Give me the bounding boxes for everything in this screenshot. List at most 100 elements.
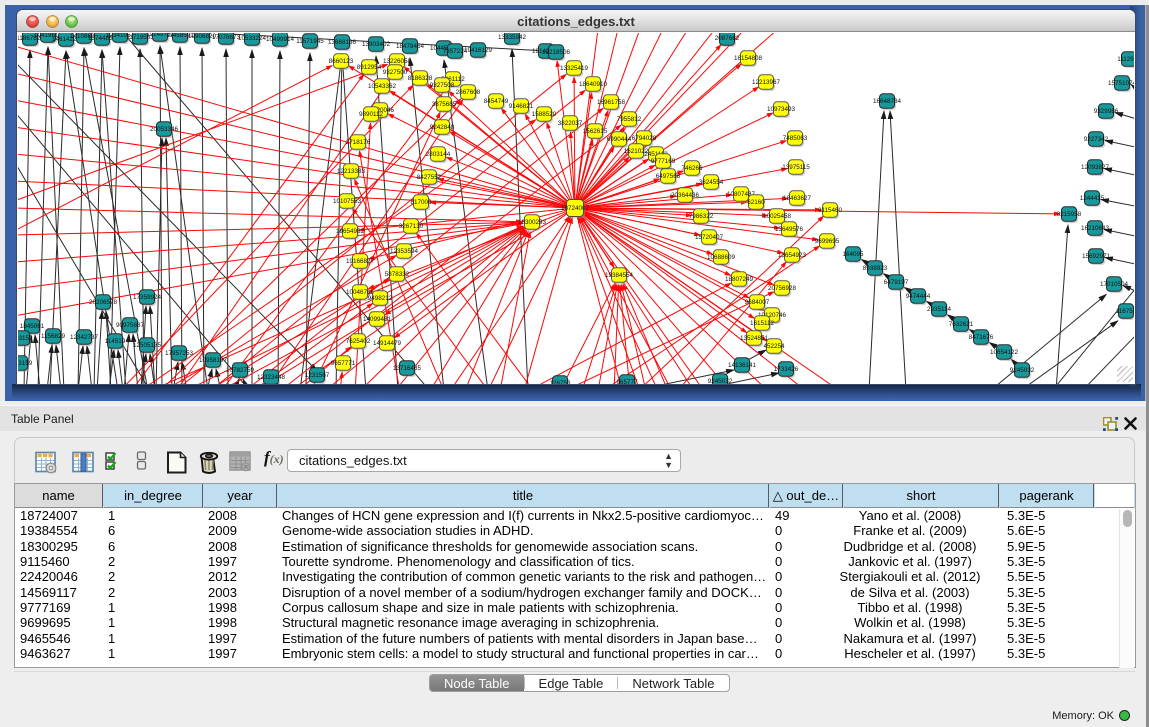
svg-text:10973493: 10973493 [767, 106, 796, 113]
svg-text:7955812: 7955812 [617, 116, 642, 123]
svg-text:12505135: 12505135 [133, 342, 162, 349]
svg-text:9498212: 9498212 [368, 295, 393, 302]
svg-text:10533224: 10533224 [238, 35, 267, 42]
svg-text:13325419: 13325419 [560, 65, 589, 72]
svg-text:1393159: 1393159 [18, 360, 33, 367]
svg-text:14099481: 14099481 [363, 316, 392, 323]
svg-text:13335942: 13335942 [498, 34, 527, 41]
svg-text:7986322: 7986322 [689, 213, 714, 220]
svg-text:9777169: 9777169 [651, 158, 676, 165]
svg-text:17957253: 17957253 [165, 350, 194, 357]
svg-text:452254: 452254 [763, 343, 785, 350]
svg-text:16154808: 16154808 [734, 55, 763, 62]
svg-text:8471676: 8471676 [969, 334, 994, 341]
svg-text:18724007: 18724007 [561, 205, 590, 212]
svg-text:9474444: 9474444 [906, 293, 931, 300]
svg-text:164095: 164095 [842, 251, 864, 258]
svg-text:8454749: 8454749 [484, 98, 509, 105]
svg-text:1615112: 1615112 [750, 320, 775, 327]
svg-text:1244415: 1244415 [1080, 195, 1105, 202]
svg-text:13226058: 13226058 [383, 58, 412, 65]
svg-text:62160: 62160 [747, 199, 765, 206]
svg-text:6990444: 6990444 [607, 136, 632, 143]
svg-text:18640910: 18640910 [579, 81, 608, 88]
svg-text:1231567: 1231567 [305, 372, 330, 379]
svg-text:6794028: 6794028 [632, 135, 657, 142]
svg-text:12342737: 12342737 [70, 334, 99, 341]
svg-text:20206578: 20206578 [89, 299, 118, 306]
svg-text:8427552: 8427552 [417, 174, 442, 181]
svg-text:7485063: 7485063 [783, 135, 808, 142]
svg-text:15751074: 15751074 [1108, 80, 1134, 87]
svg-text:116753: 116753 [1116, 308, 1134, 315]
svg-text:18807249: 18807249 [725, 276, 754, 283]
svg-text:9699695: 9699695 [815, 238, 840, 245]
svg-text:20364436: 20364436 [671, 192, 700, 199]
svg-text:13716485: 13716485 [393, 365, 422, 372]
svg-text:3822037: 3822037 [558, 120, 583, 127]
svg-text:126753: 126753 [549, 380, 571, 384]
svg-text:3267130: 3267130 [399, 223, 424, 230]
svg-text:10499914: 10499914 [266, 36, 295, 43]
svg-text:2087682: 2087682 [715, 35, 740, 42]
svg-text:817006: 817006 [410, 199, 432, 206]
svg-text:12093827: 12093827 [1081, 164, 1110, 171]
svg-text:2935114: 2935114 [927, 306, 952, 313]
svg-text:10025458: 10025458 [763, 213, 792, 220]
svg-text:9327508: 9327508 [430, 82, 455, 89]
svg-text:12213383: 12213383 [337, 168, 366, 175]
svg-text:746266: 746266 [681, 165, 703, 172]
svg-text:1845061: 1845061 [20, 323, 45, 330]
svg-text:18478454: 18478454 [396, 43, 425, 50]
svg-text:12323448: 12323448 [257, 374, 286, 381]
svg-text:20756928: 20756928 [768, 285, 797, 292]
svg-text:1733426: 1733426 [774, 366, 799, 373]
svg-text:9242848: 9242848 [430, 124, 455, 131]
svg-text:13649576: 13649576 [775, 226, 804, 233]
svg-text:1112954: 1112954 [1117, 56, 1134, 63]
svg-text:13668136: 13668136 [328, 39, 357, 46]
svg-text:16961758: 16961758 [597, 99, 626, 106]
svg-text:10654122: 10654122 [990, 349, 1019, 356]
svg-text:8660123: 8660123 [329, 58, 354, 65]
svg-text:9227342: 9227342 [1084, 136, 1109, 143]
svg-text:1588520: 1588520 [532, 111, 557, 118]
svg-text:3875685: 3875685 [432, 101, 457, 108]
svg-text:14136141: 14136141 [728, 362, 757, 369]
svg-text:18463627: 18463627 [783, 195, 812, 202]
svg-text:14914479: 14914479 [373, 340, 402, 347]
svg-text:9146821: 9146821 [509, 103, 534, 110]
svg-text:10107553: 10107553 [333, 198, 362, 205]
svg-text:12353594: 12353594 [390, 248, 419, 255]
svg-text:7632621: 7632621 [949, 321, 974, 328]
svg-text:19166827: 19166827 [346, 258, 375, 265]
svg-text:5878332: 5878332 [385, 271, 410, 278]
svg-text:9245032: 9245032 [1010, 367, 1035, 374]
svg-text:6479197: 6479197 [884, 279, 909, 286]
svg-text:17359924: 17359924 [133, 294, 162, 301]
svg-text:9245032: 9245032 [708, 378, 733, 384]
svg-text:10782759: 10782759 [226, 367, 255, 374]
svg-text:15692971: 15692971 [1082, 253, 1111, 260]
svg-text:8186328: 8186328 [408, 75, 433, 82]
svg-text:16648784: 16648784 [873, 98, 902, 105]
svg-text:1562615: 1562615 [583, 128, 608, 135]
svg-text:10688609: 10688609 [707, 254, 736, 261]
svg-text:13654923: 13654923 [778, 252, 807, 259]
svg-text:10543362: 10543362 [368, 83, 397, 90]
svg-text:11571945: 11571945 [296, 38, 324, 45]
svg-text:15720407: 15720407 [695, 234, 724, 241]
svg-text:19218506: 19218506 [542, 49, 571, 56]
svg-text:19416129: 19416129 [464, 47, 493, 54]
svg-text:19654982: 19654982 [336, 228, 365, 235]
svg-text:13903402: 13903402 [362, 41, 391, 48]
svg-text:7625402: 7625402 [346, 338, 371, 345]
svg-text:9657771: 9657771 [331, 360, 356, 367]
svg-text:9329986: 9329986 [1094, 108, 1119, 115]
svg-text:2803144: 2803144 [426, 151, 451, 158]
svg-text:9115460: 9115460 [818, 207, 843, 214]
svg-text:13524851: 13524851 [740, 335, 769, 342]
svg-text:19384554: 19384554 [605, 272, 634, 279]
svg-text:18300293: 18300293 [518, 219, 547, 226]
svg-text:2867608: 2867608 [456, 89, 481, 96]
